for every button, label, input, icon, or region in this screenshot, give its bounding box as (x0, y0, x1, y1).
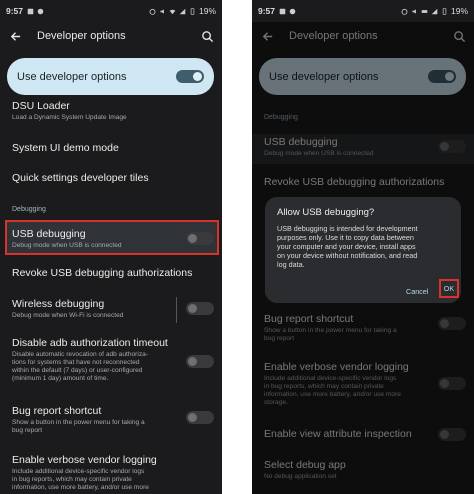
debugging-section-header: Debugging (12, 206, 46, 213)
verbose-vendor-logging-title: Enable verbose vendor logging (12, 454, 157, 466)
system-ui-demo-item[interactable]: System UI demo mode (0, 142, 222, 155)
wireless-debugging-switch[interactable] (186, 302, 214, 315)
status-bar: 9:57 19% (0, 0, 222, 22)
quick-settings-tiles-title: Quick settings developer tiles (12, 172, 149, 184)
status-time: 9:57 (258, 6, 276, 16)
dsu-loader-title: DSU Loader (12, 100, 70, 112)
usb-debugging-subtitle: Debug mode when USB is connected (12, 242, 122, 249)
disable-adb-timeout-title: Disable adb authorization timeout (12, 337, 168, 349)
battery-percent: 19% (198, 6, 216, 16)
status-bar: 9:57 19% (252, 0, 474, 22)
wireless-debugging-item[interactable]: Wireless debugging Debug mode when Wi-Fi… (0, 298, 222, 320)
allow-usb-debugging-dialog: Allow USB debugging? USB debugging is in… (265, 197, 461, 303)
verbose-vendor-logging-subtitle: Include additional device-specific vendo… (12, 468, 149, 491)
bug-report-shortcut-switch[interactable] (186, 411, 214, 424)
usb-debugging-item[interactable]: USB debugging Debug mode when USB is con… (0, 228, 222, 250)
ok-button[interactable]: OK (439, 279, 459, 298)
battery-icon (441, 7, 448, 15)
mute-icon (411, 8, 418, 15)
signal-icon (179, 8, 186, 15)
page-title: Developer options (37, 30, 126, 42)
notification-icon (37, 8, 44, 15)
verbose-vendor-logging-item[interactable]: Enable verbose vendor logging Include ad… (0, 454, 222, 492)
bug-report-shortcut-subtitle: Show a button in the power menu for taki… (12, 419, 145, 434)
dialog-message: USB debugging is intended for developmen… (277, 224, 418, 269)
bug-report-shortcut-title: Bug report shortcut (12, 405, 102, 417)
battery-icon (189, 7, 196, 15)
disable-adb-timeout-subtitle: Disable automatic revocation of adb auth… (12, 351, 148, 382)
notification-icon (27, 8, 34, 15)
dialog-title: Allow USB debugging? (277, 207, 375, 218)
wireless-debugging-title: Wireless debugging (12, 298, 105, 310)
search-icon[interactable] (198, 27, 216, 45)
use-developer-options-toggle-row[interactable]: Use developer options (7, 58, 214, 95)
phone-screen-right: 9:57 19% Developer options Use developer… (252, 0, 474, 494)
mute-icon (159, 8, 166, 15)
bug-report-shortcut-item[interactable]: Bug report shortcut Show a button in the… (0, 405, 222, 435)
cancel-button[interactable]: Cancel (406, 287, 428, 296)
use-developer-options-switch[interactable] (176, 70, 204, 83)
app-bar: Developer options (0, 22, 222, 50)
notification-icon (279, 8, 286, 15)
alarm-icon (149, 8, 156, 15)
battery-percent: 19% (450, 6, 468, 16)
disable-adb-timeout-item[interactable]: Disable adb authorization timeout Disabl… (0, 337, 222, 383)
back-arrow-icon[interactable] (6, 27, 24, 45)
quick-settings-tiles-item[interactable]: Quick settings developer tiles (0, 172, 222, 185)
dsu-loader-item[interactable]: DSU Loader Load a Dynamic System Update … (0, 100, 222, 122)
phone-screen-left: 9:57 19% Developer options Use developer… (0, 0, 222, 494)
system-ui-demo-title: System UI demo mode (12, 142, 119, 154)
wireless-debugging-subtitle: Debug mode when Wi-Fi is connected (12, 312, 124, 319)
dsu-loader-subtitle: Load a Dynamic System Update Image (12, 114, 127, 121)
alarm-icon (401, 8, 408, 15)
use-developer-options-label: Use developer options (17, 70, 127, 83)
notification-icon (289, 8, 296, 15)
disable-adb-timeout-switch[interactable] (186, 355, 214, 368)
usb-debugging-switch[interactable] (186, 232, 214, 245)
usb-debugging-title: USB debugging (12, 228, 86, 240)
revoke-usb-title: Revoke USB debugging authorizations (12, 267, 193, 279)
lte-icon (421, 8, 428, 15)
signal-icon (431, 8, 438, 15)
revoke-usb-item[interactable]: Revoke USB debugging authorizations (0, 267, 222, 280)
wifi-icon (169, 8, 176, 15)
status-time: 9:57 (6, 6, 24, 16)
